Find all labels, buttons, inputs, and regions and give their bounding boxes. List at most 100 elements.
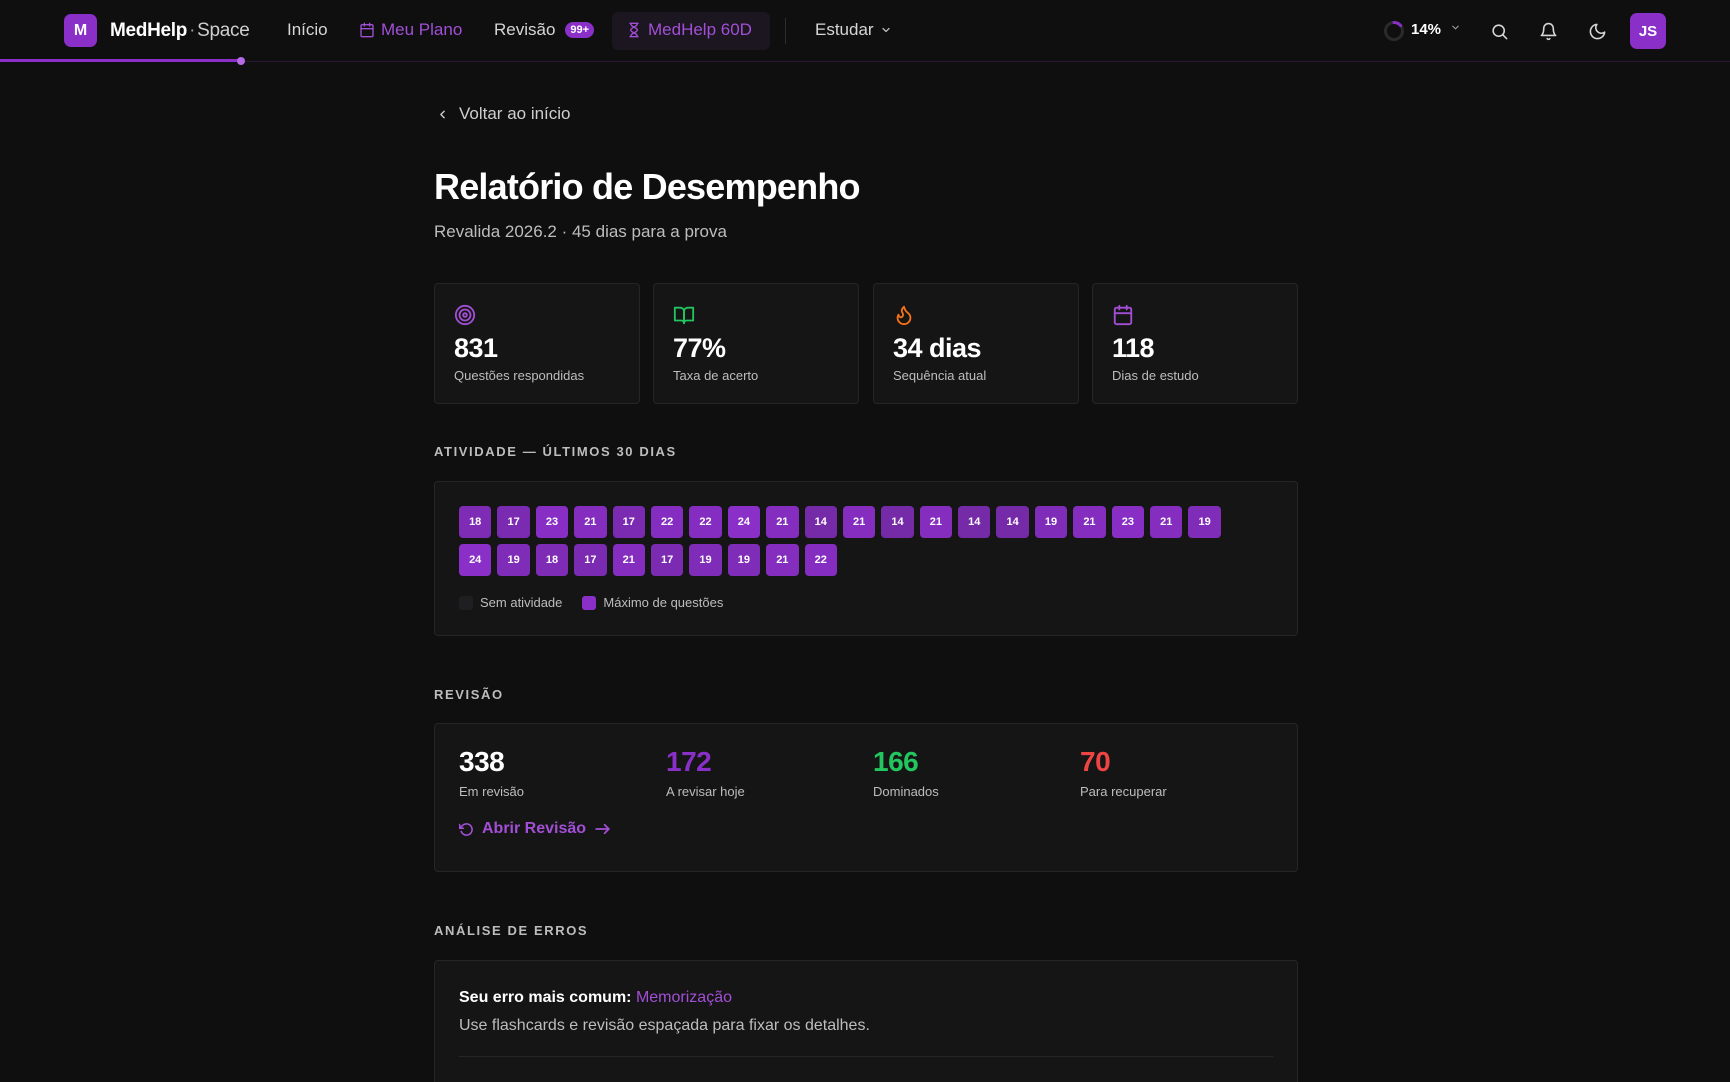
- activity-day-cell[interactable]: 17: [497, 506, 530, 538]
- review-stat-dominados: 166 Dominados: [873, 746, 939, 799]
- activity-day-cell[interactable]: 18: [535, 544, 569, 576]
- hourglass-icon: [629, 22, 639, 38]
- user-avatar[interactable]: JS: [1630, 13, 1666, 49]
- nav-meu-plano[interactable]: Meu Plano: [359, 20, 462, 40]
- calendar-icon: [360, 22, 374, 38]
- activity-day-cell[interactable]: 21: [1150, 506, 1183, 538]
- stat-label: Taxa de acerto: [673, 368, 759, 383]
- chevron-left-icon: [440, 110, 445, 118]
- common-error-value[interactable]: Memorização: [636, 989, 732, 1006]
- stat-value: 831: [454, 333, 498, 363]
- activity-day-cell[interactable]: 24: [459, 544, 492, 576]
- calendar-icon: [1113, 304, 1133, 326]
- activity-day-cell[interactable]: 17: [574, 544, 607, 576]
- review-stat-value: 338: [459, 746, 505, 777]
- stat-card-dias-estudo: 118 Dias de estudo: [1092, 283, 1298, 404]
- page-progress-bar: [0, 59, 242, 62]
- brand-name[interactable]: MedHelp · Space: [110, 20, 250, 42]
- activity-day-cell[interactable]: 18: [459, 506, 492, 538]
- rotate-ccw-icon: [459, 822, 473, 836]
- arrow-right-icon: [595, 823, 610, 835]
- activity-heading: ATIVIDADE — ÚLTIMOS 30 DIAS: [434, 444, 677, 459]
- revisao-count-badge: 99+: [565, 22, 595, 38]
- activity-day-cell[interactable]: 21: [766, 506, 799, 538]
- activity-day-cell[interactable]: 19: [1034, 506, 1068, 538]
- activity-day-cell[interactable]: 14: [804, 506, 837, 538]
- review-stat-label: Para recuperar: [1080, 784, 1167, 799]
- activity-day-cell[interactable]: 21: [1073, 506, 1106, 538]
- search-icon[interactable]: [1486, 18, 1512, 44]
- back-link[interactable]: Voltar ao início: [436, 104, 571, 124]
- progress-ring-icon[interactable]: [1383, 20, 1405, 42]
- nav-medhelp60d[interactable]: MedHelp 60D: [626, 20, 752, 40]
- common-error: Seu erro mais comum: Memorização: [459, 989, 732, 1007]
- activity-panel: 18 17 23 21 17 22 22 24 21 14 21 14 21 14 14 19 21 23 21 19…: [434, 481, 1298, 636]
- stat-label: Dias de estudo: [1112, 368, 1199, 383]
- legend-item-none: Sem atividade: [459, 595, 562, 610]
- activity-legend: Sem atividade Máximo de questões: [459, 595, 723, 610]
- errors-heading: ANÁLISE DE ERROS: [434, 923, 589, 938]
- moon-icon[interactable]: [1584, 18, 1610, 44]
- activity-day-cell[interactable]: 21: [919, 506, 953, 538]
- page-subtitle: Revalida 2026.2 · 45 dias para a prova: [434, 222, 727, 241]
- activity-day-cell[interactable]: 19: [1188, 506, 1221, 538]
- activity-day-cell[interactable]: 14: [881, 506, 914, 538]
- review-stat-value: 70: [1080, 746, 1111, 777]
- brand-separator: ·: [189, 20, 196, 41]
- common-error-label: Seu erro mais comum:: [459, 989, 632, 1006]
- activity-day-cell[interactable]: 17: [612, 506, 645, 538]
- logo-icon[interactable]: M: [64, 14, 97, 47]
- stat-label: Questões respondidas: [454, 368, 585, 383]
- activity-day-cell[interactable]: 14: [996, 506, 1029, 538]
- nav-inicio-label: Início: [287, 20, 328, 39]
- progress-percentage[interactable]: 14%: [1411, 21, 1441, 38]
- nav-inicio[interactable]: Início: [287, 20, 328, 40]
- legend-swatch-max: [582, 595, 597, 610]
- activity-day-cell[interactable]: 17: [650, 544, 684, 576]
- activity-day-cell[interactable]: 23: [1111, 506, 1145, 538]
- activity-day-cell[interactable]: 21: [574, 506, 607, 538]
- top-nav: M MedHelp · Space Início Meu Plano Revisão…: [0, 0, 1730, 65]
- nav-revisao[interactable]: Revisão 99+: [494, 20, 595, 40]
- activity-day-cell[interactable]: 22: [689, 506, 722, 538]
- nav-estudar-dropdown[interactable]: Estudar: [815, 20, 892, 40]
- activity-day-cell[interactable]: 19: [727, 544, 761, 576]
- review-stat-revisar-hoje: 172 A revisar hoje: [666, 746, 745, 799]
- stat-value: 77%: [673, 333, 726, 363]
- nav-estudar-label: Estudar: [815, 20, 874, 39]
- activity-day-cell[interactable]: 24: [727, 506, 761, 538]
- page-title: Relatório de Desempenho: [434, 166, 861, 207]
- flame-icon: [896, 305, 912, 326]
- activity-day-cell[interactable]: 21: [766, 544, 799, 576]
- nav-revisao-label: Revisão: [494, 20, 556, 39]
- stat-card-questoes: 831 Questões respondidas: [434, 283, 640, 404]
- nav-meu-plano-label: Meu Plano: [381, 20, 463, 39]
- legend-none-label: Sem atividade: [480, 595, 563, 610]
- activity-day-cell[interactable]: 22: [804, 544, 837, 576]
- activity-day-cell[interactable]: 14: [958, 506, 991, 538]
- common-error-tip: Use flashcards e revisão espaçada para f…: [459, 1017, 870, 1034]
- nav-divider: [785, 18, 786, 44]
- activity-day-cell[interactable]: 21: [842, 506, 876, 538]
- activity-day-cell[interactable]: 23: [535, 506, 569, 538]
- review-stat-value: 166: [873, 746, 919, 777]
- activity-day-cell[interactable]: 22: [650, 506, 684, 538]
- legend-max-label: Máximo de questões: [603, 595, 724, 610]
- chevron-down-icon: [881, 27, 890, 33]
- divider: [459, 1056, 1273, 1057]
- activity-day-cell[interactable]: 21: [612, 544, 645, 576]
- stat-label: Sequência atual: [893, 368, 987, 383]
- open-review-label: Abrir Revisão: [482, 820, 587, 837]
- review-panel: 338 Em revisão 172 A revisar hoje 166 Do…: [434, 723, 1298, 872]
- activity-day-cell[interactable]: 19: [689, 544, 722, 576]
- bell-icon[interactable]: [1535, 18, 1561, 44]
- open-review-button[interactable]: Abrir Revisão: [459, 820, 611, 838]
- errors-panel: Seu erro mais comum: Memorização Use fla…: [434, 960, 1298, 1082]
- review-stat-recuperar: 70 Para recuperar: [1080, 746, 1167, 799]
- activity-day-cell[interactable]: 19: [497, 544, 530, 576]
- review-stat-em-revisao: 338 Em revisão: [459, 746, 524, 799]
- legend-item-max: Máximo de questões: [582, 595, 723, 610]
- stat-card-sequencia: 34 dias Sequência atual: [873, 283, 1079, 404]
- progress-chevron-icon[interactable]: [1450, 22, 1461, 36]
- review-stat-value: 172: [666, 746, 712, 777]
